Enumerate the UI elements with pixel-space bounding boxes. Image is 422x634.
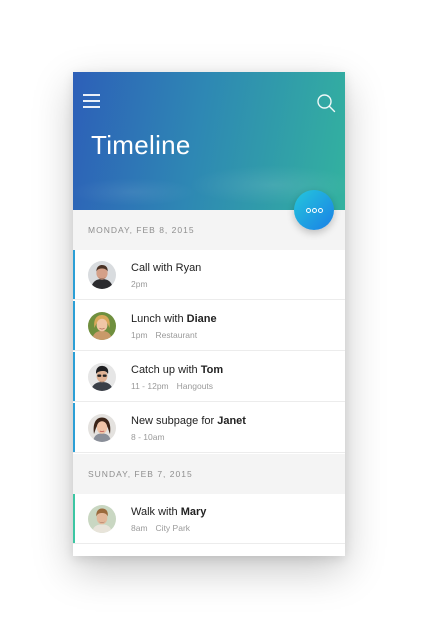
date-label: SUNDAY, FEB 7, 2015	[88, 469, 193, 479]
timeline-event[interactable]: Catch up with Tom 11 - 12pm Hangouts	[73, 352, 345, 402]
timeline-header: Timeline	[73, 72, 345, 210]
timeline-event[interactable]: Lunch with Diane 1pm Restaurant	[73, 301, 345, 351]
event-title: Walk with Mary	[131, 506, 207, 518]
event-time: 8 - 10am	[131, 432, 165, 442]
page-title: Timeline	[91, 130, 191, 160]
menu-icon[interactable]	[83, 94, 100, 108]
timeline-event[interactable]: Call with Ryan 2pm	[73, 250, 345, 300]
event-time: 2pm	[131, 279, 148, 289]
more-options-button[interactable]	[294, 190, 334, 230]
more-dots-icon	[306, 208, 311, 213]
event-title: Call with Ryan	[131, 262, 202, 274]
event-accent-bar	[73, 494, 75, 544]
row-divider	[73, 350, 345, 351]
avatar	[88, 505, 116, 533]
event-time: 8am	[131, 523, 148, 533]
event-meta: 2pm	[131, 279, 148, 289]
event-title: New subpage for Janet	[131, 415, 246, 427]
row-divider	[73, 401, 345, 402]
event-meta: 8 - 10am	[131, 432, 165, 442]
avatar	[88, 363, 116, 391]
avatar	[88, 414, 116, 442]
app-screen: Timeline MONDAY, FEB 8, 2015 Call with R…	[73, 72, 345, 556]
event-place: Hangouts	[176, 381, 214, 391]
event-time: 1pm	[131, 330, 148, 340]
timeline-event[interactable]: Walk with Mary 8am City Park	[73, 494, 345, 544]
event-title: Catch up with Tom	[131, 364, 224, 376]
event-accent-bar	[73, 403, 75, 453]
search-icon[interactable]	[316, 93, 336, 113]
event-time: 11 - 12pm	[131, 381, 169, 391]
event-meta: 8am City Park	[131, 523, 190, 533]
event-place: City Park	[155, 523, 191, 533]
row-divider	[73, 543, 345, 544]
event-place: Restaurant	[155, 330, 198, 340]
avatar	[88, 261, 116, 289]
event-accent-bar	[73, 250, 75, 300]
event-accent-bar	[73, 301, 75, 351]
more-dots-icon	[312, 208, 317, 213]
event-meta: 1pm Restaurant	[131, 330, 197, 340]
event-accent-bar	[73, 352, 75, 402]
event-meta: 11 - 12pm Hangouts	[131, 381, 213, 391]
timeline-event[interactable]: New subpage for Janet 8 - 10am	[73, 403, 345, 453]
row-divider	[73, 299, 345, 300]
event-title: Lunch with Diane	[131, 313, 217, 325]
avatar	[88, 312, 116, 340]
row-divider	[73, 452, 345, 453]
more-dots-icon	[318, 208, 323, 213]
date-section-header: SUNDAY, FEB 7, 2015	[73, 454, 345, 494]
date-label: MONDAY, FEB 8, 2015	[88, 225, 195, 235]
